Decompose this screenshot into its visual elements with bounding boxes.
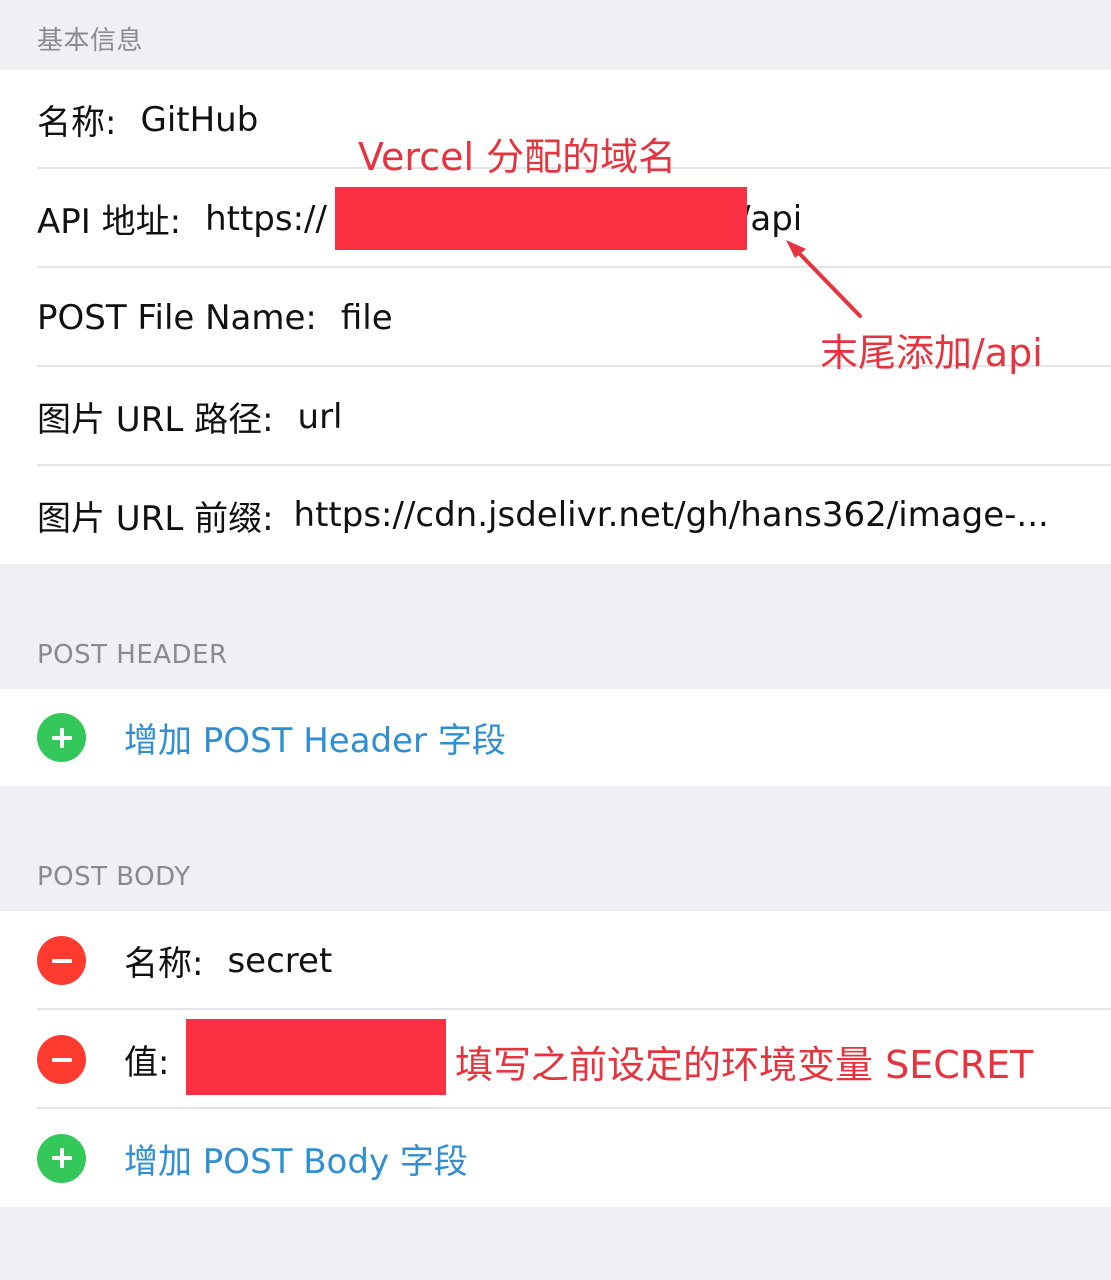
post-header-group: 增加 POST Header 字段 — [0, 689, 1111, 786]
add-post-header-row[interactable]: 增加 POST Header 字段 — [0, 689, 1111, 786]
annotation-vercel-domain: Vercel 分配的域名 — [358, 135, 677, 179]
add-post-body-row[interactable]: 增加 POST Body 字段 — [0, 1109, 1111, 1207]
annotation-fill-secret: 填写之前设定的环境变量 SECRET — [455, 1043, 1034, 1087]
add-post-body-label[interactable]: 增加 POST Body 字段 — [124, 1134, 468, 1183]
redacted-secret-value — [186, 1019, 446, 1095]
add-post-header-label[interactable]: 增加 POST Header 字段 — [124, 713, 506, 762]
api-prefix: https:// — [205, 198, 327, 239]
url-path-value: url — [297, 396, 343, 437]
url-path-label: 图片 URL 路径: — [37, 400, 274, 440]
post-file-name-label: POST File Name: — [37, 297, 317, 338]
url-path-row[interactable]: 图片 URL 路径: url — [0, 367, 1111, 466]
api-suffix: /api — [738, 198, 803, 239]
api-label: API 地址: — [37, 202, 182, 242]
section-header-post-body: POST BODY — [37, 862, 191, 892]
body-value-label: 值: — [124, 1043, 170, 1083]
minus-icon[interactable] — [37, 936, 86, 985]
body-name-label: 名称: — [124, 944, 204, 984]
url-prefix-row[interactable]: 图片 URL 前缀: https://cdn.jsdelivr.net/gh/h… — [0, 466, 1111, 564]
plus-icon[interactable] — [37, 1133, 86, 1183]
section-header-basic-info: 基本信息 — [37, 26, 144, 56]
redacted-api-domain — [335, 187, 747, 250]
post-file-name-value: file — [340, 297, 393, 338]
plus-icon[interactable] — [37, 713, 86, 762]
minus-icon[interactable] — [37, 1035, 86, 1084]
annotation-append-api: 末尾添加/api — [820, 331, 1043, 375]
url-prefix-value: https://cdn.jsdelivr.net/gh/hans362/imag… — [293, 495, 1049, 535]
name-value: GitHub — [140, 99, 259, 140]
body-name-row[interactable]: 名称: secret — [0, 911, 1111, 1010]
url-prefix-label: 图片 URL 前缀: — [37, 498, 274, 539]
settings-page: 基本信息 名称: GitHub API 地址: https:// /api PO… — [0, 0, 1111, 1280]
name-label: 名称: — [37, 103, 117, 143]
body-name-value: secret — [227, 940, 333, 981]
section-header-post-header: POST HEADER — [37, 640, 228, 670]
